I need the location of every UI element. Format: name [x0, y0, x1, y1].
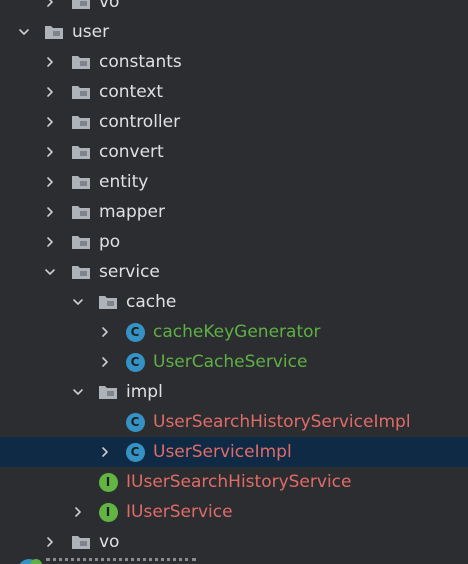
chevron-right-icon[interactable]	[97, 347, 113, 377]
folder-icon	[98, 287, 118, 317]
folder-icon	[71, 227, 91, 257]
class-icon: C	[125, 317, 145, 347]
row-usersearchhistoryserviceimpl[interactable]: C UserSearchHistoryServiceImpl	[0, 407, 468, 437]
folder-icon	[44, 17, 64, 47]
tree-item-label: impl	[126, 382, 163, 402]
badge-letter: C	[125, 442, 145, 462]
row-context[interactable]: context	[0, 77, 468, 107]
chevron-right-icon[interactable]	[70, 497, 86, 527]
folder-icon	[71, 0, 91, 17]
folder-icon	[71, 257, 91, 287]
chevron-right-icon[interactable]	[42, 527, 58, 557]
tree-item-label: cache	[126, 292, 177, 312]
folder-icon	[71, 167, 91, 197]
tree-item-label: vo	[99, 532, 120, 552]
row-vo[interactable]: vo	[0, 527, 468, 557]
badge-icon	[30, 559, 42, 564]
folder-icon	[71, 107, 91, 137]
clipped-label	[46, 558, 196, 564]
row-constants[interactable]: constants	[0, 47, 468, 77]
chevron-right-icon[interactable]	[42, 0, 58, 17]
badge-letter: C	[125, 412, 145, 432]
tree-item-label: controller	[99, 112, 181, 132]
chevron-down-icon[interactable]	[16, 17, 32, 47]
badge-letter: C	[125, 322, 145, 342]
tree-item-label: mapper	[99, 202, 166, 222]
chevron-right-icon[interactable]	[97, 317, 113, 347]
row-vo-top[interactable]: vo	[0, 0, 468, 17]
chevron-right-icon[interactable]	[42, 77, 58, 107]
chevron-right-icon[interactable]	[42, 167, 58, 197]
clipped-next-row	[0, 558, 468, 564]
tree-item-label: context	[99, 82, 164, 102]
tree-item-label: UserSearchHistoryServiceImpl	[153, 412, 411, 432]
row-entity[interactable]: entity	[0, 167, 468, 197]
project-tree: vo user constants context controller convert e…	[0, 0, 468, 557]
class-icon: C	[125, 437, 145, 467]
row-usercacheservice[interactable]: C UserCacheService	[0, 347, 468, 377]
folder-icon	[71, 527, 91, 557]
row-iuserservice[interactable]: I IUserService	[0, 497, 468, 527]
folder-icon	[71, 47, 91, 77]
tree-item-label: convert	[99, 142, 164, 162]
row-controller[interactable]: controller	[0, 107, 468, 137]
tree-item-label: UserCacheService	[153, 352, 308, 372]
badge-letter: I	[98, 502, 118, 522]
row-po[interactable]: po	[0, 227, 468, 257]
interface-icon: I	[98, 467, 118, 497]
badge-letter: C	[125, 352, 145, 372]
chevron-right-icon[interactable]	[42, 197, 58, 227]
chevron-right-icon[interactable]	[42, 47, 58, 77]
folder-icon	[98, 377, 118, 407]
chevron-right-icon[interactable]	[42, 227, 58, 257]
chevron-down-icon[interactable]	[42, 257, 58, 287]
row-cache[interactable]: cache	[0, 287, 468, 317]
row-impl[interactable]: impl	[0, 377, 468, 407]
tree-item-label: vo	[99, 0, 120, 12]
folder-icon	[71, 137, 91, 167]
chevron-down-icon[interactable]	[70, 377, 86, 407]
row-userserviceimpl[interactable]: C UserServiceImpl	[0, 437, 468, 467]
tree-item-label: IUserSearchHistoryService	[126, 472, 352, 492]
chevron-down-icon[interactable]	[70, 287, 86, 317]
row-user[interactable]: user	[0, 17, 468, 47]
interface-icon: I	[98, 497, 118, 527]
row-convert[interactable]: convert	[0, 137, 468, 167]
row-mapper[interactable]: mapper	[0, 197, 468, 227]
chevron-right-icon[interactable]	[42, 137, 58, 167]
row-iusersearchhistoryservice[interactable]: I IUserSearchHistoryService	[0, 467, 468, 497]
badge-letter: I	[98, 472, 118, 492]
tree-item-label: entity	[99, 172, 149, 192]
chevron-right-icon[interactable]	[42, 107, 58, 137]
tree-item-label: user	[72, 22, 110, 42]
tree-item-label: cacheKeyGenerator	[153, 322, 321, 342]
row-service[interactable]: service	[0, 257, 468, 287]
class-icon: C	[125, 407, 145, 437]
tree-item-label: UserServiceImpl	[153, 442, 292, 462]
tree-item-label: IUserService	[126, 502, 233, 522]
tree-item-label: po	[99, 232, 121, 252]
tree-item-label: constants	[99, 52, 182, 72]
folder-icon	[71, 77, 91, 107]
row-cachekeygenerator[interactable]: CcacheKeyGenerator	[0, 317, 468, 347]
folder-icon	[71, 197, 91, 227]
chevron-right-icon[interactable]	[97, 437, 113, 467]
class-icon: C	[125, 347, 145, 377]
tree-item-label: service	[99, 262, 160, 282]
